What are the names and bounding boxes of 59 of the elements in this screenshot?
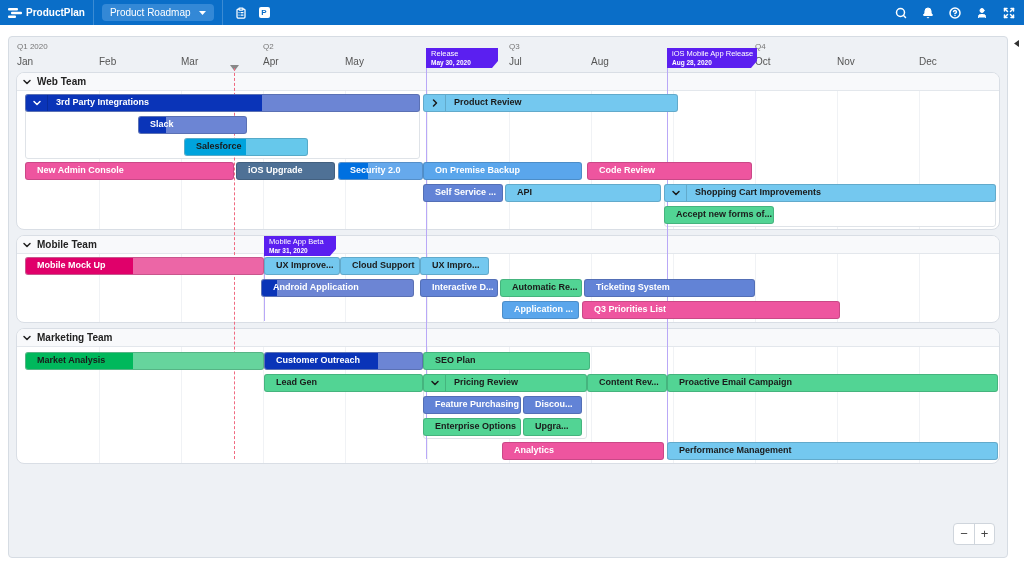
collapse-panel-icon[interactable] [1014,40,1019,47]
lane-title: Marketing Team [37,331,113,345]
roadmap-bar[interactable]: UX Impro... [420,257,489,275]
month-label: Mar [181,55,199,69]
quarter-label: Q2 [263,41,274,53]
lane-title: Mobile Team [37,238,97,252]
user-icon[interactable] [976,6,988,19]
quarter-label: Q4 [755,41,766,53]
p-badge[interactable]: P [258,7,270,18]
month-label: Jan [17,55,34,69]
milestone-line [264,254,265,321]
roadmap-bar[interactable]: Content Rev... [587,374,667,392]
roadmap-bar[interactable]: Feature Purchasing [423,396,521,414]
roadmap-bar[interactable]: iOS Upgrade [236,162,335,180]
roadmap-bar[interactable]: Accept new forms of... [664,206,774,224]
roadmap-bar[interactable]: Enterprise Options [423,418,521,436]
lane-title: Web Team [37,75,87,89]
roadmap-bar[interactable]: Pricing Review [423,374,587,392]
roadmap-bar[interactable]: Discou... [523,396,582,414]
search-icon[interactable] [895,6,907,19]
zoom-out-button[interactable]: − [954,524,974,544]
roadmap-bar[interactable]: Cloud Support [340,257,420,275]
bell-icon[interactable] [922,6,934,19]
roadmap-bar[interactable]: API [505,184,661,202]
roadmap-bar[interactable]: Customer Outreach [264,352,423,370]
help-icon[interactable] [949,6,961,19]
roadmap-bar[interactable]: Market Analysis [25,352,264,370]
quarter-label: Q3 [509,41,520,53]
month-label: May [345,55,364,69]
roadmap-bar[interactable]: SEO Plan [423,352,590,370]
month-label: Aug [591,55,609,69]
roadmap-bar[interactable]: Mobile Mock Up [25,257,264,275]
roadmap-bar[interactable]: Shopping Cart Improvements [664,184,996,202]
roadmap-bar[interactable]: Self Service ... [423,184,503,202]
month-label: Jul [509,55,522,69]
roadmap-bar[interactable]: Lead Gen [264,374,423,392]
roadmap-bar[interactable]: Product Review [423,94,678,112]
logo-icon [8,7,22,18]
roadmap-bar[interactable]: 3rd Party Integrations [25,94,420,112]
roadmap-bar[interactable]: Performance Management [667,442,998,460]
caret-icon [198,10,206,15]
roadmap-bar[interactable]: Salesforce [184,138,308,156]
roadmap-dropdown[interactable]: Product Roadmap [101,4,214,21]
fullscreen-icon[interactable] [1003,6,1015,19]
month-label: Nov [837,55,855,69]
month-label: Apr [263,55,279,69]
clipboard-icon[interactable] [234,6,247,19]
quarter-label: Q1 2020 [17,41,48,53]
roadmap-bar[interactable]: Upgra... [523,418,582,436]
month-label: Feb [99,55,117,69]
zoom-in-button[interactable]: + [974,524,994,544]
logo-text: ProductPlan [26,6,85,20]
roadmap-bar[interactable]: Ticketing System [584,279,755,297]
roadmap-bar[interactable]: Proactive Email Campaign [667,374,998,392]
month-label: Dec [919,55,937,69]
roadmap-bar[interactable]: Automatic Re... [500,279,582,297]
roadmap-bar[interactable]: Slack [138,116,247,134]
roadmap-bar[interactable]: Interactive D... [420,279,498,297]
roadmap-bar[interactable]: UX Improve... [264,257,340,275]
